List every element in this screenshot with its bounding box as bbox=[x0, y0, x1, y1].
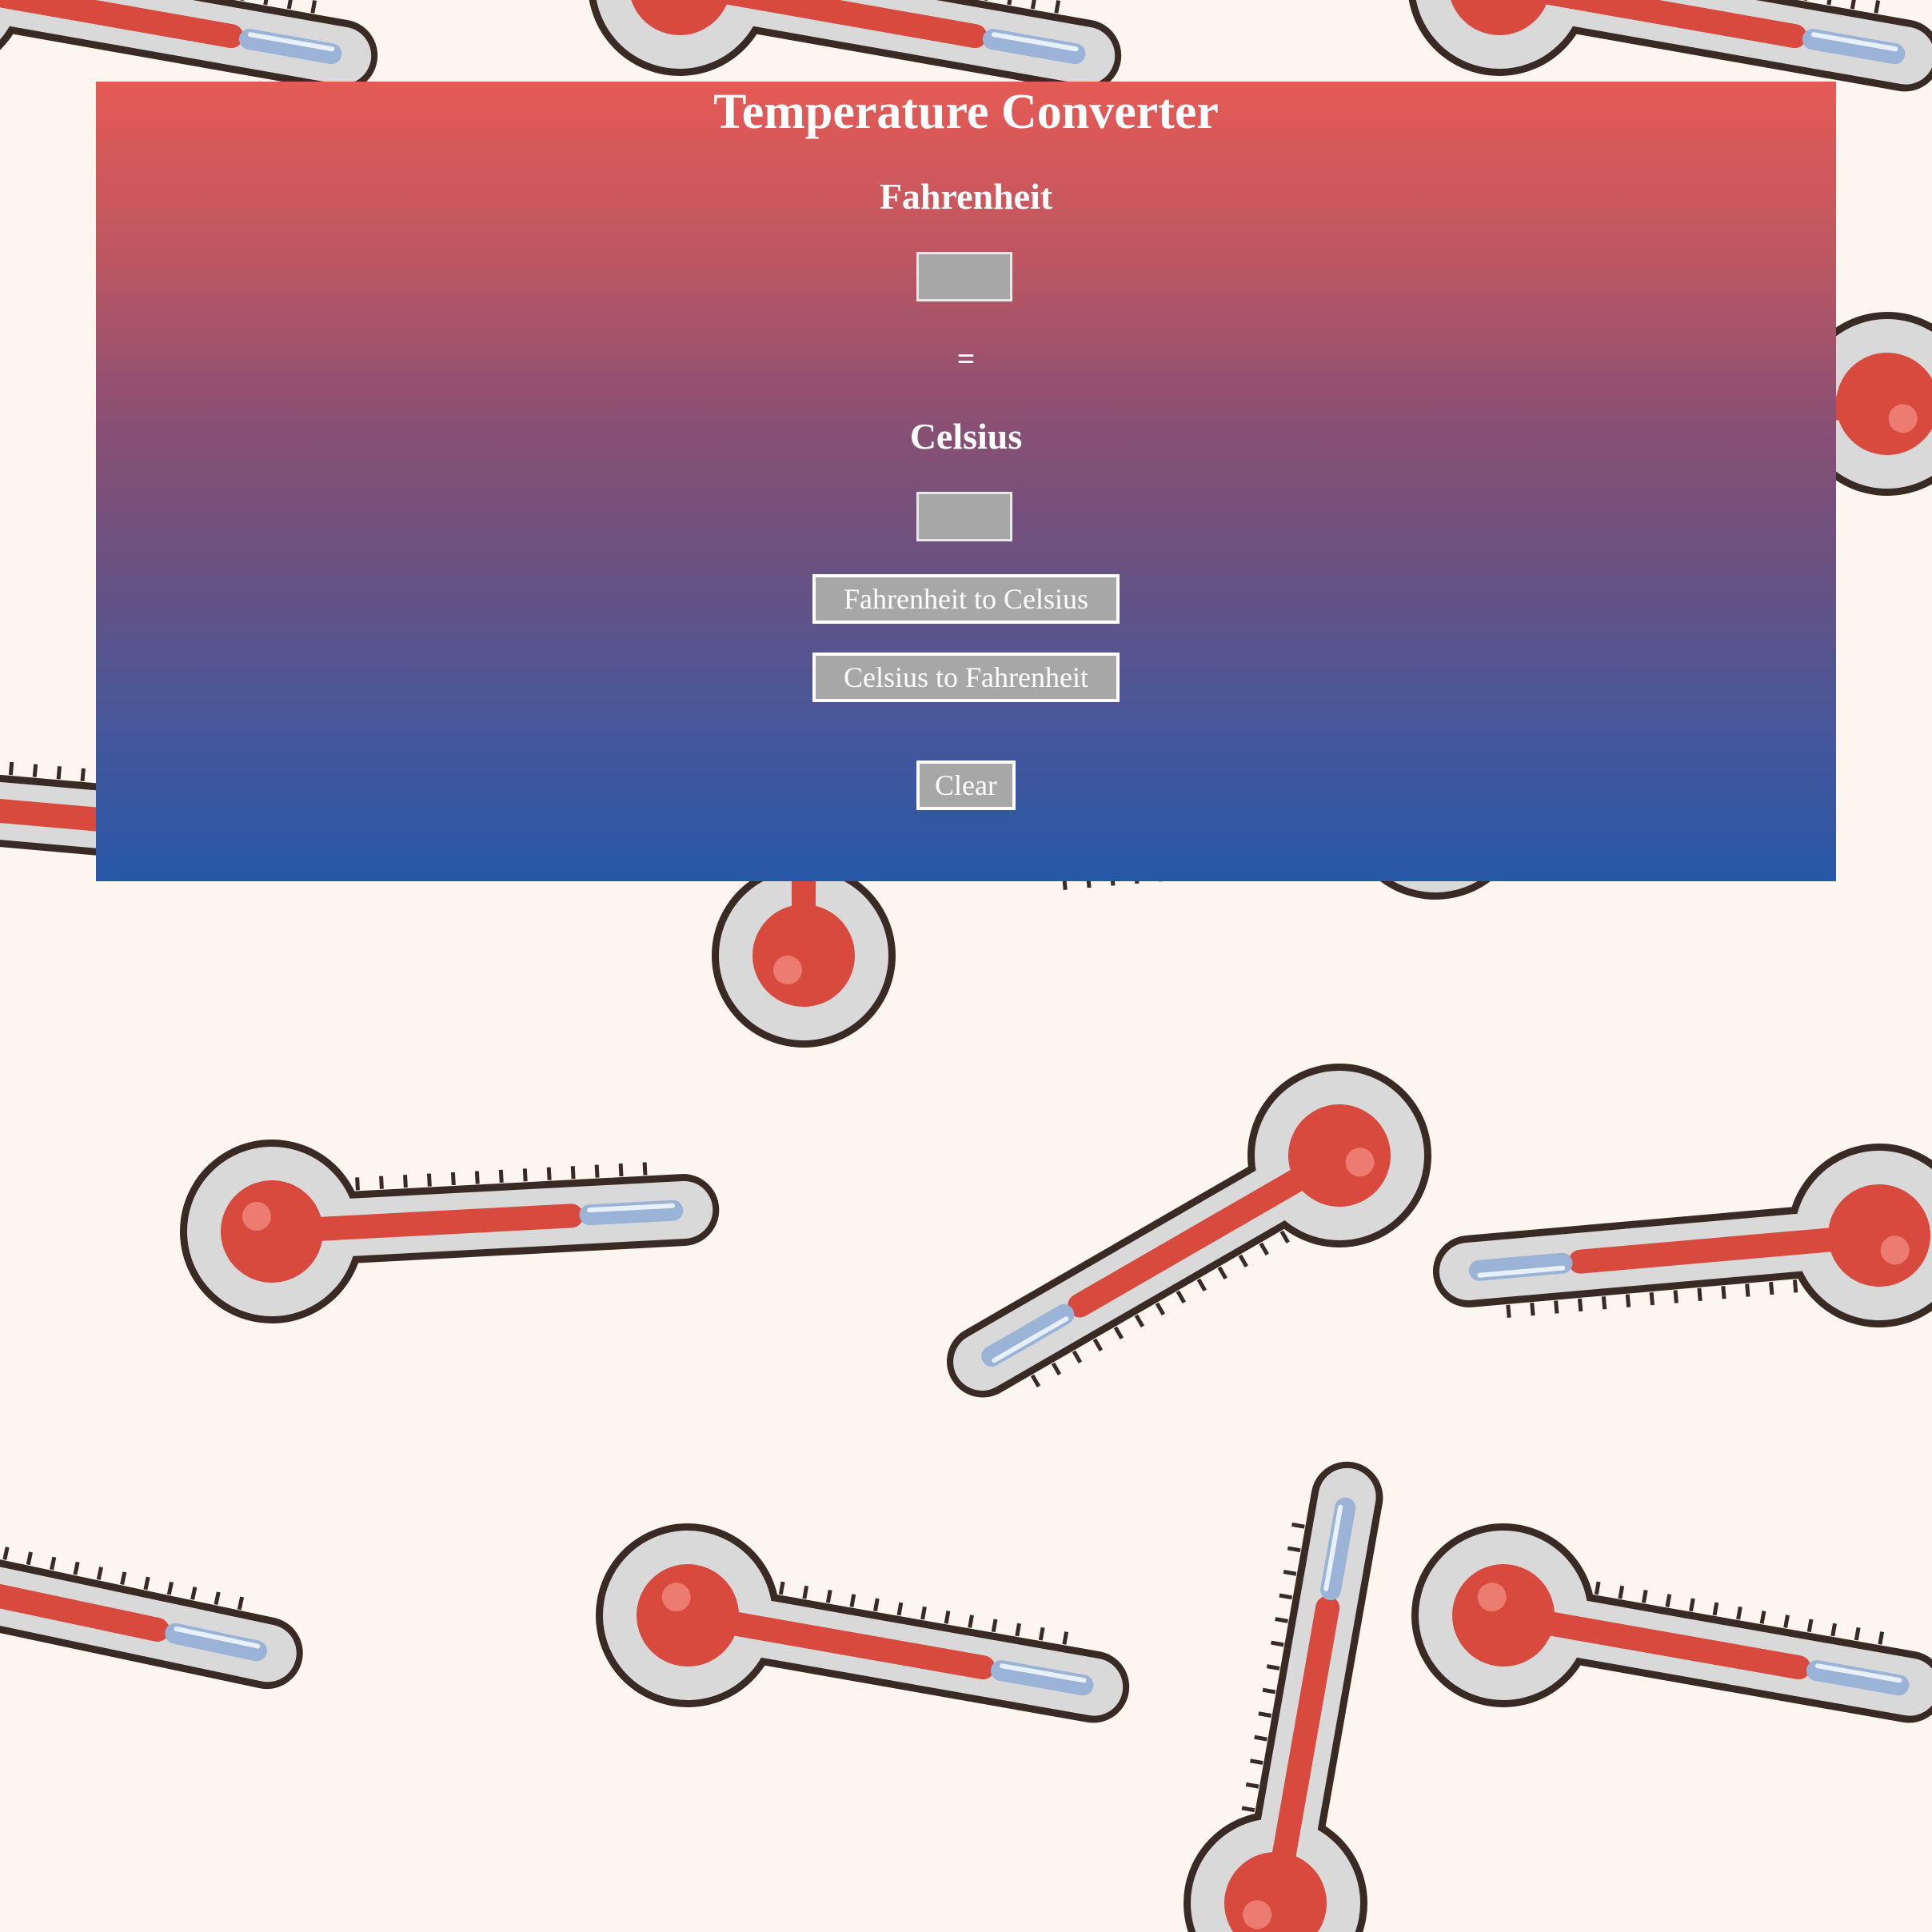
celsius-input[interactable] bbox=[916, 492, 1012, 541]
celsius-label: Celsius bbox=[909, 416, 1023, 457]
converter-panel: Temperature Converter Fahrenheit = Celsi… bbox=[96, 82, 1836, 881]
clear-button[interactable]: Clear bbox=[916, 760, 1016, 810]
fahrenheit-label: Fahrenheit bbox=[879, 176, 1053, 217]
equals-sign: = bbox=[956, 341, 976, 377]
page-title: Temperature Converter bbox=[713, 85, 1219, 139]
fahrenheit-to-celsius-button[interactable]: Fahrenheit to Celsius bbox=[812, 574, 1120, 624]
celsius-to-fahrenheit-button[interactable]: Celsius to Fahrenheit bbox=[812, 653, 1120, 702]
fahrenheit-input[interactable] bbox=[916, 252, 1012, 301]
